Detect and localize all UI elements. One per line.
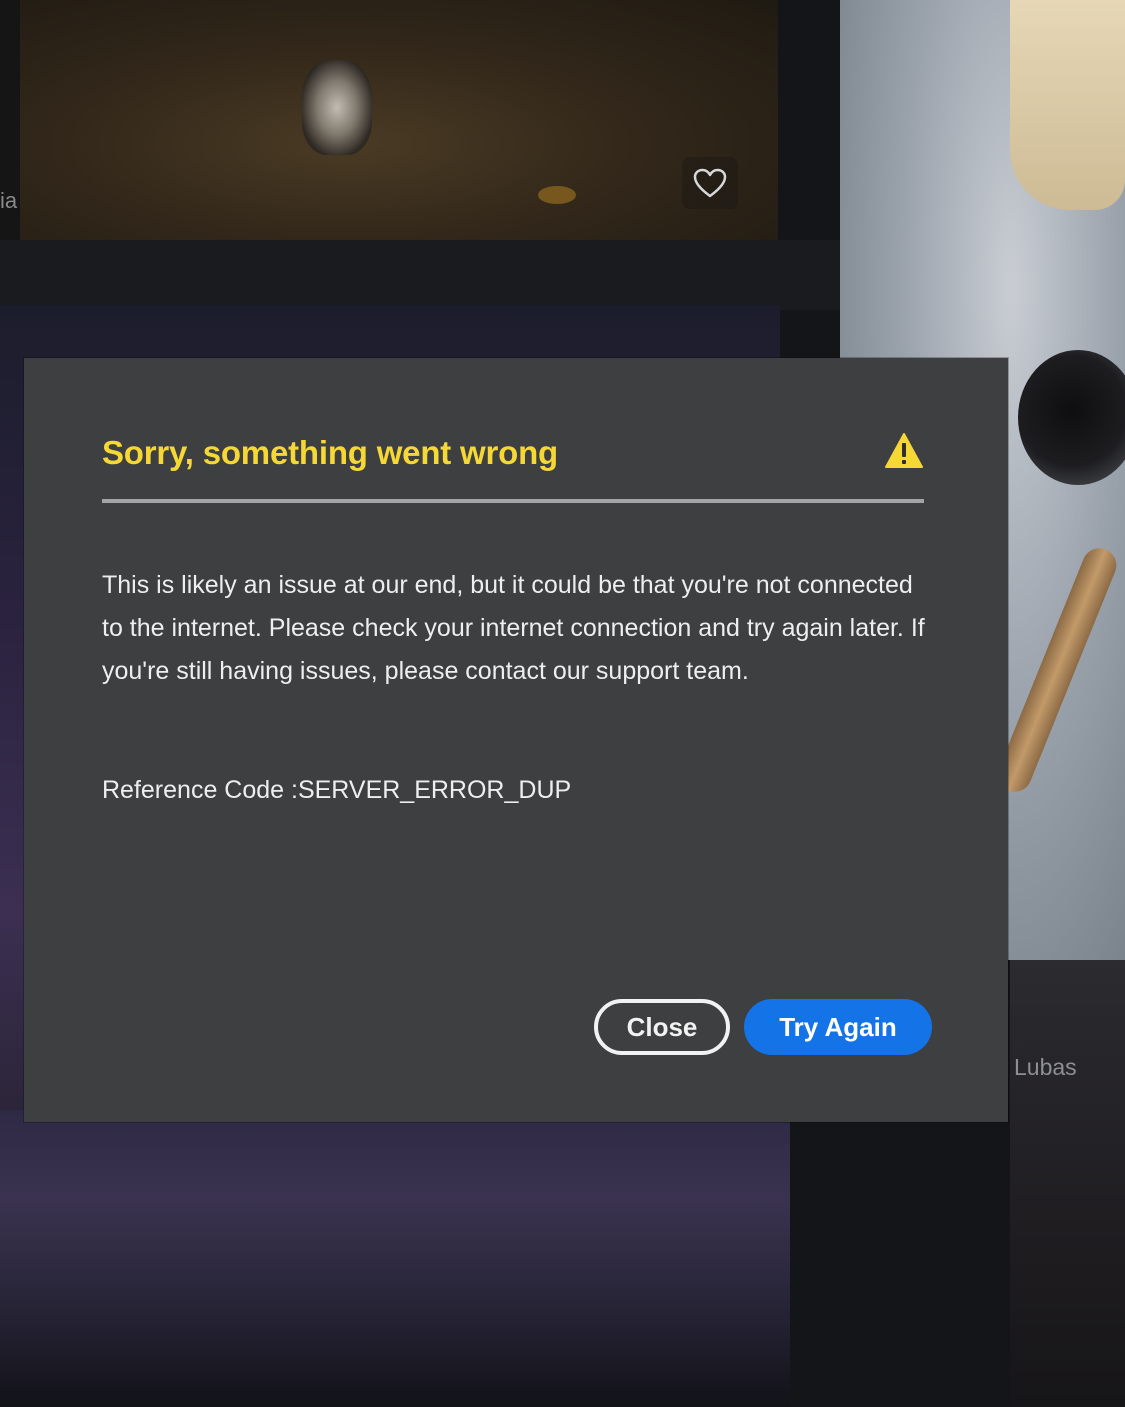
dialog-title: Sorry, something went wrong [102,434,559,471]
dog-figure [302,60,372,155]
gallery-photo-dog[interactable] [0,0,778,240]
title-divider [102,499,924,503]
leaf-figure [538,186,576,204]
error-dialog: Sorry, something went wrong This is like… [24,358,1008,1122]
heart-icon [693,168,727,198]
try-again-button[interactable]: Try Again [744,999,932,1055]
gallery-photo-beach[interactable] [0,1110,790,1407]
dough-figure [1010,0,1125,210]
gallery-photo-dark[interactable] [1010,960,1125,1407]
reference-code: Reference Code :SERVER_ERROR_DUP [102,776,572,804]
gallery-gap [0,240,840,310]
favorite-button[interactable] [682,157,738,209]
app-screen: ia Lubas Sorry, something went wrong Thi… [0,0,1125,1407]
gallery-caption-left: ia [0,188,18,213]
warning-icon [885,433,923,468]
dialog-message: This is likely an issue at our end, but … [102,571,925,685]
photo-author-label[interactable]: Lubas [1014,1054,1077,1081]
close-button[interactable]: Close [594,999,730,1055]
